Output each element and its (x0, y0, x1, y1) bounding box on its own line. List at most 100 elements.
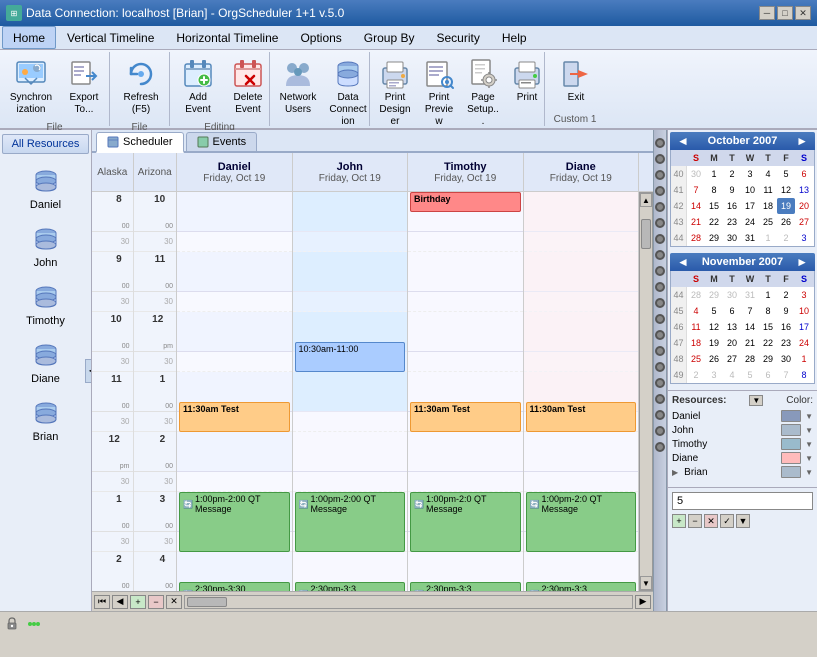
resources-dropdown-icon[interactable]: ▼ (749, 395, 763, 406)
nav-first-button[interactable]: ⏮ (94, 595, 110, 609)
minimize-button[interactable]: ─ (759, 6, 775, 20)
prev-month-nov-button[interactable]: ◄ (674, 255, 692, 269)
next-month-oct-button[interactable]: ► (793, 134, 811, 148)
cal-day-18[interactable]: 18 (759, 198, 777, 214)
status-filter-button[interactable]: ▼ (736, 514, 750, 528)
cal-day-30[interactable]: 30 (723, 230, 741, 246)
cal-day-13[interactable]: 13 (795, 182, 813, 198)
cal-day-19-today[interactable]: 19 (777, 198, 795, 214)
cal-day-20[interactable]: 20 (795, 198, 813, 214)
event-john-meeting[interactable]: 10:30am-11:00 (295, 342, 406, 372)
event-timothy-birthday[interactable]: Birthday (410, 192, 521, 212)
menu-horizontal-timeline[interactable]: Horizontal Timeline (165, 26, 289, 49)
resource-color-john[interactable] (781, 424, 801, 436)
nav-prev-button[interactable]: ◀ (112, 595, 128, 609)
print-preview-button[interactable]: Print Preview (418, 54, 460, 132)
network-users-button[interactable]: Network Users (274, 54, 322, 120)
cal-day-8[interactable]: 8 (705, 182, 723, 198)
cal-day-31[interactable]: 31 (741, 230, 759, 246)
cal-day-22[interactable]: 22 (705, 214, 723, 230)
cal-day-7[interactable]: 7 (687, 182, 705, 198)
resource-color-dropdown-timothy[interactable]: ▼ (805, 440, 813, 449)
cal-day-3-next[interactable]: 3 (795, 230, 813, 246)
cal-day-11[interactable]: 11 (759, 182, 777, 198)
cal-day-30-prev[interactable]: 30 (687, 166, 705, 182)
close-button[interactable]: ✕ (795, 6, 811, 20)
event-john-qt[interactable]: 🔄 1:00pm-2:00 QT Message (295, 492, 406, 552)
event-timothy-test[interactable]: 11:30am Test (410, 402, 521, 432)
cal-day-17[interactable]: 17 (741, 198, 759, 214)
nav-next-button[interactable]: ▶ (635, 595, 651, 609)
cal-day-24[interactable]: 24 (741, 214, 759, 230)
resource-item-diane[interactable]: Diane (2, 334, 89, 390)
event-diane-test[interactable]: 11:30am Test (526, 402, 637, 432)
menu-help[interactable]: Help (491, 26, 538, 49)
nav-delete-button[interactable]: ✕ (166, 595, 182, 609)
tab-events[interactable]: Events (186, 132, 258, 151)
all-resources-button[interactable]: All Resources (2, 134, 89, 154)
data-connection-button[interactable]: Data Connection (324, 54, 372, 132)
resource-color-daniel[interactable] (781, 410, 801, 422)
resource-color-dropdown-daniel[interactable]: ▼ (805, 412, 813, 421)
cal-day-25[interactable]: 25 (759, 214, 777, 230)
cal-day-1[interactable]: 1 (705, 166, 723, 182)
event-daniel-qt[interactable]: 🔄 1:00pm-2:00 QT Message (179, 492, 290, 552)
cal-day-15[interactable]: 15 (705, 198, 723, 214)
cal-day-5[interactable]: 5 (777, 166, 795, 182)
cal-day-9[interactable]: 9 (723, 182, 741, 198)
status-minus-button[interactable]: − (688, 514, 702, 528)
refresh-button[interactable]: Refresh (F5) (114, 54, 168, 120)
menu-group-by[interactable]: Group By (353, 26, 426, 49)
cal-day-1-next[interactable]: 1 (759, 230, 777, 246)
menu-options[interactable]: Options (289, 26, 352, 49)
menu-vertical-timeline[interactable]: Vertical Timeline (56, 26, 165, 49)
cal-day-2[interactable]: 2 (723, 166, 741, 182)
scroll-thumb[interactable] (641, 219, 651, 249)
add-event-button[interactable]: Add Event (174, 54, 222, 120)
resource-item-john[interactable]: John (2, 218, 89, 274)
resource-color-dropdown-john[interactable]: ▼ (805, 426, 813, 435)
event-timothy-qt[interactable]: 🔄 1:00pm-2:0 QT Message (410, 492, 521, 552)
cal-day-28[interactable]: 28 (687, 230, 705, 246)
cal-day-14[interactable]: 14 (687, 198, 705, 214)
menu-security[interactable]: Security (426, 26, 491, 49)
status-check-button[interactable]: ✓ (720, 514, 734, 528)
event-daniel-conf[interactable]: 🔄 2:30pm-3:30 Conference (179, 582, 290, 591)
export-button[interactable]: Export To... (60, 54, 108, 120)
event-diane-qt[interactable]: 🔄 1:00pm-2:0 QT Message (526, 492, 637, 552)
status-add-button[interactable]: + (672, 514, 686, 528)
cal-day-16[interactable]: 16 (723, 198, 741, 214)
status-delete-button[interactable]: ✕ (704, 514, 718, 528)
prev-month-oct-button[interactable]: ◄ (674, 134, 692, 148)
print-button[interactable]: Print (506, 54, 548, 112)
resource-expand-brian[interactable]: ▶ (672, 468, 678, 477)
resource-item-daniel[interactable]: Daniel (2, 160, 89, 216)
event-diane-conf[interactable]: 🔄 2:30pm-3:3 Conference (526, 582, 637, 591)
vertical-scrollbar[interactable]: ▲ ▼ (639, 192, 653, 591)
page-setup-button[interactable]: Page Setup... (462, 54, 504, 132)
nav-add-button[interactable]: + (130, 595, 146, 609)
resource-color-dropdown-diane[interactable]: ▼ (805, 454, 813, 463)
cal-day-10[interactable]: 10 (741, 182, 759, 198)
cal-day-23[interactable]: 23 (723, 214, 741, 230)
cal-day-21[interactable]: 21 (687, 214, 705, 230)
event-timothy-conf[interactable]: 🔄 2:30pm-3:3 Conference (410, 582, 521, 591)
scroll-down-button[interactable]: ▼ (640, 576, 652, 590)
resource-color-brian[interactable] (781, 466, 801, 478)
nav-remove-button[interactable]: − (148, 595, 164, 609)
exit-button[interactable]: Exit (549, 54, 603, 112)
cal-day-29[interactable]: 29 (705, 230, 723, 246)
scroll-up-button[interactable]: ▲ (640, 193, 652, 207)
cal-day-4[interactable]: 4 (759, 166, 777, 182)
cal-day-2-next[interactable]: 2 (777, 230, 795, 246)
resource-item-brian[interactable]: Brian (2, 392, 89, 448)
collapse-panel-button[interactable]: ◀ (85, 359, 92, 383)
event-daniel-test[interactable]: 11:30am Test (179, 402, 290, 432)
tab-scheduler[interactable]: Scheduler (96, 132, 184, 153)
cal-day-26[interactable]: 26 (777, 214, 795, 230)
cal-day-3[interactable]: 3 (741, 166, 759, 182)
cal-day-12[interactable]: 12 (777, 182, 795, 198)
resource-color-dropdown-brian[interactable]: ▼ (805, 468, 813, 477)
print-designer-button[interactable]: Print Designer (374, 54, 416, 132)
menu-home[interactable]: Home (2, 26, 56, 49)
